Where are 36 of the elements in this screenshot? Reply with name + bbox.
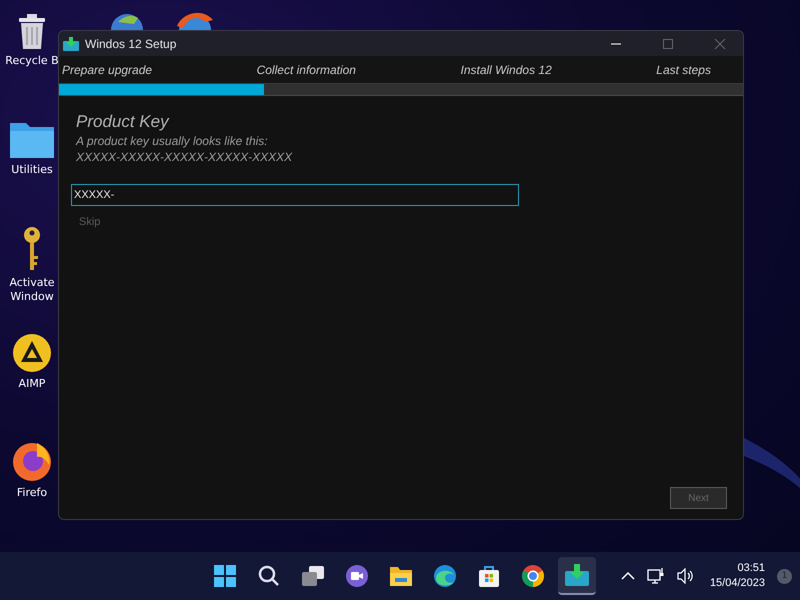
download-box-icon [565,564,589,586]
trash-bin-icon[interactable] [16,12,48,50]
chevron-up-icon[interactable] [620,571,635,581]
setup-step-label: Prepare upgrade [62,62,152,76]
maximize-icon[interactable] [662,38,674,50]
hint-text: A product key usually looks like this: [76,134,268,148]
triangle-logo-icon[interactable] [12,333,52,373]
fox-globe-icon[interactable] [11,440,53,482]
setup-step-label: Last steps [656,62,711,76]
setup-step-label: Collect information [256,62,356,76]
desktop-icon-label[interactable]: Utilities [4,163,60,177]
download-box-icon [63,36,79,50]
volume-icon[interactable] [676,568,695,584]
video-chat-icon [345,564,369,588]
product-key-field[interactable]: XXXXX- [71,184,519,206]
windows-logo-icon [213,564,237,588]
page-heading: Product Key [76,112,169,132]
desktop-icon-label[interactable]: Activate Window [4,276,60,304]
key-icon[interactable] [21,226,43,272]
stacked-windows-icon [301,565,325,587]
network-monitor-icon[interactable] [646,567,665,585]
window-title: Windos 12 Setup [85,36,176,50]
clock-date[interactable]: 15/04/2023 [710,576,765,591]
wave-circle-icon [433,564,457,588]
setup-step-label: Install Windos 12 [460,62,552,76]
search-icon [258,565,280,587]
desktop-icon-label[interactable]: AIMP [4,377,60,391]
desktop-icon-label[interactable]: Firefo [4,486,60,500]
clock-time[interactable]: 03:51 [737,561,765,576]
shopping-bag-icon [477,564,501,588]
browser-circle-icon [521,564,545,588]
close-icon[interactable] [714,38,726,50]
folder-icon [389,565,413,587]
desktop-icon-label[interactable]: Recycle B [4,54,60,68]
taskbar-app[interactable] [558,557,596,595]
key-format-text: XXXXX-XXXXX-XXXXX-XXXXX-XXXXX [76,150,292,164]
